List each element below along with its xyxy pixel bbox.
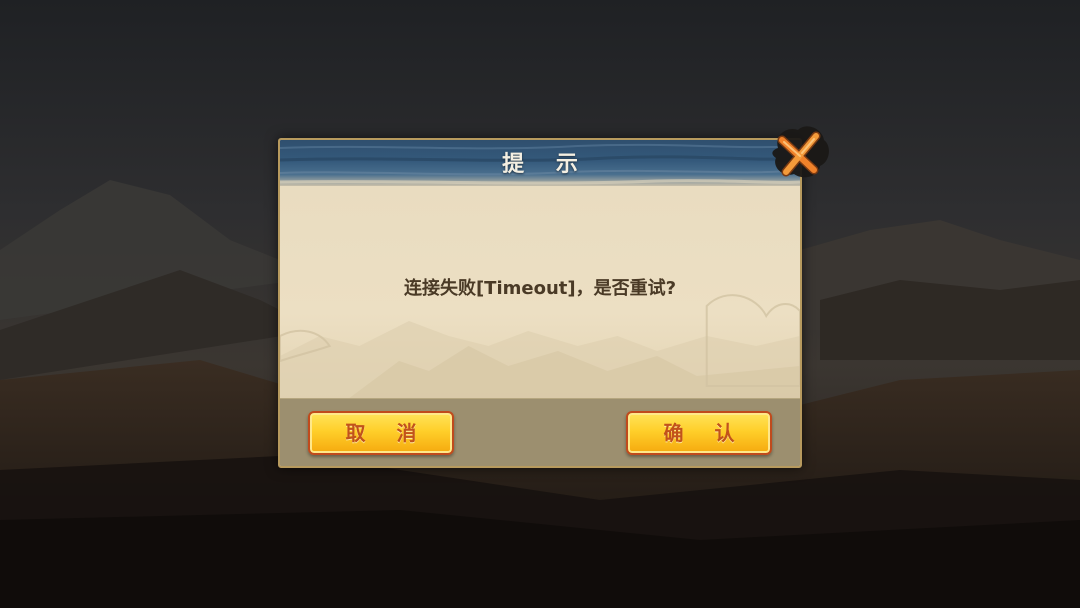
dialog-message: 连接失败[Timeout]，是否重试? — [403, 278, 677, 299]
dialog-header: 提 示 — [280, 140, 800, 186]
game-scene: 提 示 连接失败[Timeout]，是否重试? 取 消 确 认 — [0, 0, 1080, 608]
close-x-icon — [772, 126, 829, 178]
close-button[interactable] — [764, 118, 834, 188]
confirm-button[interactable]: 确 认 — [626, 411, 772, 455]
retry-dialog: 提 示 连接失败[Timeout]，是否重试? 取 消 确 认 — [278, 138, 802, 468]
dialog-title: 提 示 — [502, 152, 590, 177]
cancel-button[interactable]: 取 消 — [308, 411, 454, 455]
dialog-footer: 取 消 确 认 — [280, 398, 800, 466]
dialog-body: 连接失败[Timeout]，是否重试? — [280, 186, 800, 398]
